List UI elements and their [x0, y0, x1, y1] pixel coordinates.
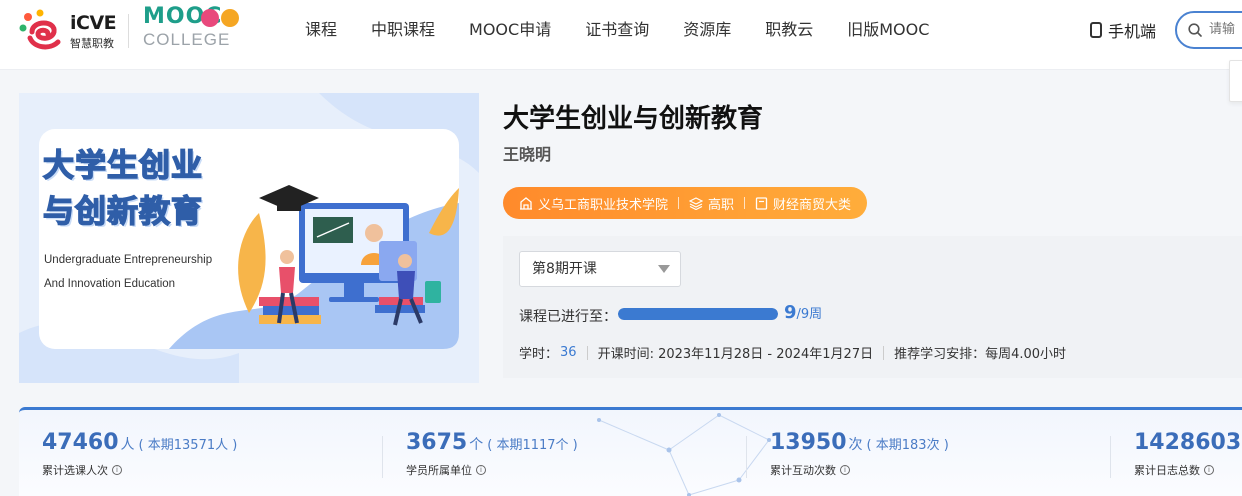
nav-item-courses[interactable]: 课程	[305, 18, 337, 42]
progress-bar	[618, 308, 778, 320]
stat-organizations: 3675 个( 本期1117个 ) 学员所属单位 i	[406, 430, 578, 477]
school-building-icon	[520, 196, 532, 210]
cover-english-title: Undergraduate Entrepreneurship And Innov…	[44, 248, 212, 296]
search-input[interactable]	[1209, 21, 1242, 36]
caret-down-icon	[658, 265, 670, 273]
cover-title-line2: 与创新教育	[42, 193, 203, 231]
tag-category[interactable]: 财经商贸大类	[755, 194, 851, 213]
nav-item-certificate-query[interactable]: 证书查询	[585, 18, 649, 42]
stat-divider	[382, 436, 383, 478]
stat-interactions-label: 累计互动次数	[770, 464, 836, 477]
nav-item-zhijiaoyun[interactable]: 职教云	[765, 18, 813, 42]
course-tag-bar: 义乌工商职业技术学院 高职 财经商贸大类	[503, 187, 868, 219]
icve-logo[interactable]: iCVE 智慧职教	[18, 8, 130, 52]
tag-separator	[678, 197, 680, 209]
search-icon	[1188, 23, 1202, 37]
search-box[interactable]	[1175, 11, 1242, 49]
cover-title: 大学生创业 与创新教育	[42, 143, 203, 235]
cover-english-line2: And Innovation Education	[44, 278, 176, 290]
mooc-college-logo[interactable]: MOOC COLLEGE	[143, 4, 243, 54]
stat-organizations-value: 3675	[406, 430, 468, 455]
progress-bar-fill	[618, 308, 778, 320]
stat-enrollments-unit: 人	[120, 437, 135, 453]
course-title: 大学生创业与创新教育	[503, 104, 764, 134]
meta-separator	[586, 345, 588, 360]
stat-enrollments-value: 47460	[42, 430, 119, 455]
icve-logo-mark-icon	[19, 9, 61, 50]
dropdown-panel-edge	[1229, 60, 1242, 102]
mobile-app-label: 手机端	[1108, 22, 1157, 41]
info-icon[interactable]: i	[476, 465, 486, 475]
stat-interactions: 13950 次( 本期183次 ) 累计互动次数 i	[770, 430, 949, 477]
mobile-app-link[interactable]: 手机端	[1090, 18, 1156, 42]
stat-enrollments: 47460 人( 本期13571人 ) 累计选课人次 i	[42, 430, 238, 477]
tag-school-label: 义乌工商职业技术学院	[538, 197, 669, 213]
icve-logo-word: iCVE	[70, 12, 117, 34]
course-stats-bar: 47460 人( 本期13571人 ) 累计选课人次 i 3675 个( 本期1117…	[19, 407, 1242, 496]
top-header: iCVE 智慧职教 MOOC COLLEGE 课程 中职课程 MOOC申请 证书…	[0, 0, 1242, 70]
logo-divider	[128, 14, 129, 48]
nav-item-resource-library[interactable]: 资源库	[683, 18, 731, 42]
book-icon	[755, 196, 768, 210]
cover-illustration	[238, 185, 459, 326]
stat-divider	[1110, 436, 1111, 478]
stat-organizations-unit: 个	[469, 437, 484, 453]
info-icon[interactable]: i	[112, 465, 122, 475]
term-select[interactable]: 第8期开课	[519, 251, 681, 287]
teacher-name[interactable]: 王晓明	[503, 141, 551, 165]
progress-current-week: 9	[784, 302, 797, 323]
nav-item-mooc-apply[interactable]: MOOC申请	[469, 18, 551, 42]
stat-enrollments-current: ( 本期13571人 )	[138, 438, 238, 453]
term-select-value: 第8期开课	[532, 261, 597, 277]
main-nav: 课程 中职课程 MOOC申请 证书查询 资源库 职教云 旧版MOOC	[288, 18, 946, 42]
progress-value: 9/9周	[784, 302, 822, 323]
stat-interactions-unit: 次	[848, 437, 863, 453]
stat-enrollments-label: 累计选课人次	[42, 464, 108, 477]
course-term-panel: 第8期开课 课程已进行至： 9/9周 学时： 36 开课时间: 2023年11月…	[503, 236, 1242, 378]
stat-logs-label: 累计日志总数	[1134, 464, 1200, 477]
mooc-logo-college: COLLEGE	[143, 30, 231, 49]
layers-icon	[689, 196, 704, 210]
study-schedule: 推荐学习安排：每周4.00小时	[894, 347, 1067, 362]
stat-logs: 1428603条 累计日志总数i	[1134, 430, 1242, 477]
hours-value: 36	[560, 345, 577, 360]
stat-interactions-current: ( 本期183次 )	[866, 438, 949, 453]
tag-separator	[744, 197, 746, 209]
hours-label: 学时：	[519, 347, 559, 362]
course-cover-image: 大学生创业 与创新教育 Undergraduate Entrepreneursh…	[19, 93, 479, 383]
phone-icon	[1090, 22, 1102, 38]
icve-logo-subtitle: 智慧职教	[70, 37, 114, 50]
nav-item-secondary-courses[interactable]: 中职课程	[371, 18, 435, 42]
progress-total-weeks: /9周	[796, 307, 823, 322]
cover-title-line1: 大学生创业	[42, 147, 203, 185]
meta-separator	[883, 345, 885, 360]
stat-divider	[746, 436, 747, 478]
course-meta-line: 学时： 36 开课时间: 2023年11月28日 - 2024年1月27日 推荐…	[519, 343, 1066, 362]
stat-organizations-label: 学员所属单位	[406, 464, 472, 477]
tag-level-label: 高职	[708, 197, 735, 213]
progress-label: 课程已进行至：	[519, 309, 617, 325]
tag-school[interactable]: 义乌工商职业技术学院	[519, 194, 668, 213]
stat-interactions-value: 13950	[770, 430, 847, 455]
cover-english-line1: Undergraduate Entrepreneurship	[44, 254, 213, 266]
info-icon[interactable]: i	[840, 465, 850, 475]
course-period: 开课时间: 2023年11月28日 - 2024年1月27日	[597, 347, 874, 362]
stat-organizations-current: ( 本期1117个 )	[487, 438, 578, 453]
mooc-logo-dot-icon	[221, 9, 239, 27]
stat-logs-value: 1428603	[1134, 430, 1242, 455]
nav-item-old-mooc[interactable]: 旧版MOOC	[847, 18, 929, 42]
tag-category-label: 财经商贸大类	[773, 197, 852, 213]
mooc-logo-dot-icon	[201, 9, 219, 27]
tag-level[interactable]: 高职	[689, 194, 734, 213]
info-icon[interactable]: i	[1204, 465, 1214, 475]
